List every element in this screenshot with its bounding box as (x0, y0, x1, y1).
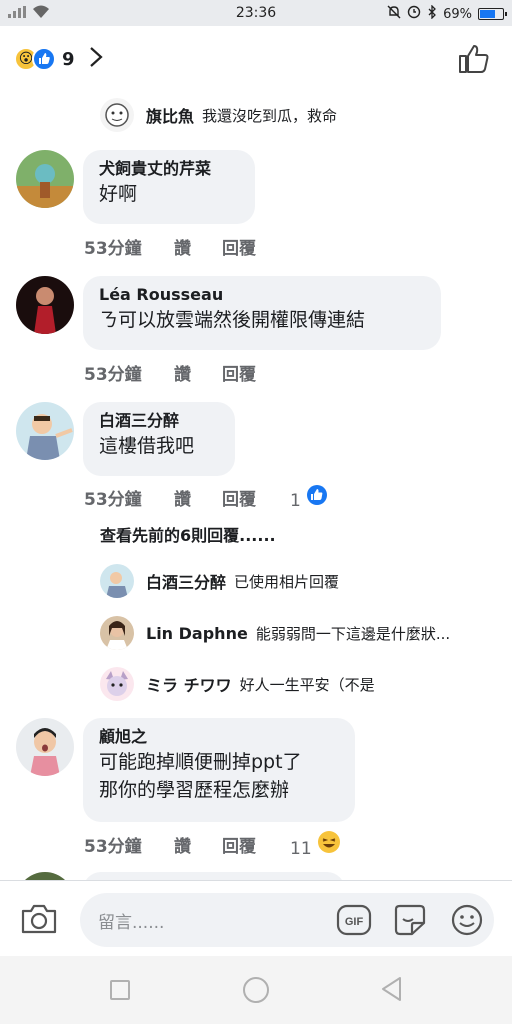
like-button[interactable]: 讚 (174, 360, 222, 385)
chevron-right-icon[interactable] (89, 46, 103, 72)
comment-time: 53分鐘 (84, 837, 142, 857)
bluetooth-icon (427, 4, 437, 23)
reply-text: 已使用相片回覆 (234, 572, 340, 591)
reactions-header: 😮 9 (0, 26, 512, 90)
comment-text: 這樓借我吧 (99, 435, 195, 457)
like-button[interactable]: 讚 (174, 832, 222, 857)
reply-author[interactable]: 白酒三分醉 (146, 569, 226, 593)
avatar[interactable] (100, 98, 134, 132)
like-button[interactable]: 讚 (174, 234, 222, 259)
avatar[interactable] (100, 564, 134, 598)
avatar[interactable] (16, 276, 74, 334)
back-button[interactable] (380, 976, 404, 1006)
status-bar: 23:36 69% (0, 0, 512, 26)
laugh-emoji-icon (317, 830, 341, 859)
like-reaction-icon (32, 47, 56, 71)
avatar[interactable] (100, 667, 134, 701)
comment-actions: 53分鐘 讚 回覆 (84, 234, 290, 259)
sticker-icon[interactable] (392, 903, 428, 941)
comment-actions: 53分鐘 讚 回覆 (84, 360, 290, 385)
comment-list[interactable]: 旗比魚 我還沒吃到瓜，救命 犬飼貴丈的芹菜 好啊 53分鐘 讚 回覆 Léa R… (0, 90, 512, 880)
comment-reaction-count[interactable]: 1 (290, 484, 328, 511)
camera-icon[interactable] (20, 903, 58, 939)
alarm-icon (407, 5, 421, 23)
comment-author[interactable]: 顧旭之 (99, 726, 339, 748)
comment-time: 53分鐘 (84, 239, 142, 259)
gif-button[interactable]: GIF (336, 903, 372, 941)
comment-text: 好啊 (99, 183, 138, 205)
comment-composer: 留言...... GIF (0, 880, 512, 956)
like-post-button[interactable] (458, 44, 490, 78)
comment-bubble: 白酒三分醉 這樓借我吧 (83, 402, 235, 476)
reaction-count: 9 (62, 48, 75, 70)
comment-bubble: 顧旭之 可能跑掉順便刪掉ppt了 那你的學習歷程怎麼辦 (83, 718, 355, 822)
svg-text:GIF: GIF (345, 916, 364, 928)
mute-bell-icon (387, 5, 401, 23)
comment-bubble: Léa Rousseau ㄋ可以放雲端然後開權限傳連結 (83, 276, 441, 350)
avatar[interactable] (16, 872, 74, 880)
reply-item[interactable]: 旗比魚 我還沒吃到瓜，救命 (100, 98, 500, 132)
battery-percent: 69% (443, 6, 472, 22)
reply-button[interactable]: 回覆 (222, 485, 290, 510)
reply-text: 我還沒吃到瓜，救命 (202, 106, 338, 125)
reply-author[interactable]: 旗比魚 (146, 103, 194, 127)
system-nav-bar (0, 956, 512, 1024)
comment-time: 53分鐘 (84, 365, 142, 385)
reply-item[interactable]: 白酒三分醉 已使用相片回覆 (100, 564, 500, 598)
emoji-icon[interactable] (450, 903, 484, 941)
comment-bubble (83, 872, 345, 880)
comment-reaction-count[interactable]: 11 (290, 830, 341, 859)
reply-button[interactable]: 回覆 (222, 360, 290, 385)
reply-item[interactable]: Lin Daphne 能弱弱問一下這邊是什麼狀... (100, 616, 492, 650)
reply-item[interactable]: ミラ チワワ 好人一生平安（不是 (100, 667, 500, 701)
comment-author[interactable]: 白酒三分醉 (99, 410, 219, 432)
avatar[interactable] (16, 150, 74, 208)
like-reaction-icon (306, 484, 328, 511)
avatar[interactable] (100, 616, 134, 650)
reaction-count: 11 (290, 839, 312, 859)
avatar[interactable] (16, 718, 74, 776)
battery-icon (478, 8, 507, 20)
comment-actions: 53分鐘 讚 回覆 11 (84, 830, 341, 859)
comment-text: ㄋ可以放雲端然後開權限傳連結 (99, 309, 366, 331)
reply-author[interactable]: ミラ チワワ (146, 672, 232, 696)
reply-text: 好人一生平安（不是 (239, 675, 375, 694)
comment-time: 53分鐘 (84, 490, 142, 510)
reply-text: 能弱弱問一下這邊是什麼狀... (255, 624, 451, 643)
reply-button[interactable]: 回覆 (222, 234, 290, 259)
comment-author[interactable]: 犬飼貴丈的芹菜 (99, 158, 239, 180)
comment-author[interactable]: Léa Rousseau (99, 284, 425, 306)
comment-text: 那你的學習歷程怎麼辦 (99, 779, 290, 801)
reply-author[interactable]: Lin Daphne (146, 624, 248, 643)
comment-input-placeholder: 留言...... (98, 913, 165, 933)
view-previous-replies-link[interactable]: 查看先前的6則回覆...... (100, 522, 276, 546)
comment-actions: 53分鐘 讚 回覆 1 (84, 484, 328, 511)
home-button[interactable] (243, 977, 269, 1003)
reply-button[interactable]: 回覆 (222, 832, 290, 857)
comment-input[interactable]: 留言...... GIF (80, 893, 494, 947)
recents-button[interactable] (110, 980, 130, 1000)
reaction-count: 1 (290, 491, 301, 511)
comment-bubble: 犬飼貴丈的芹菜 好啊 (83, 150, 255, 224)
comment-text: 可能跑掉順便刪掉ppt了 (99, 751, 302, 773)
avatar[interactable] (16, 402, 74, 460)
like-button[interactable]: 讚 (174, 485, 222, 510)
reaction-summary[interactable]: 😮 9 (14, 46, 103, 72)
